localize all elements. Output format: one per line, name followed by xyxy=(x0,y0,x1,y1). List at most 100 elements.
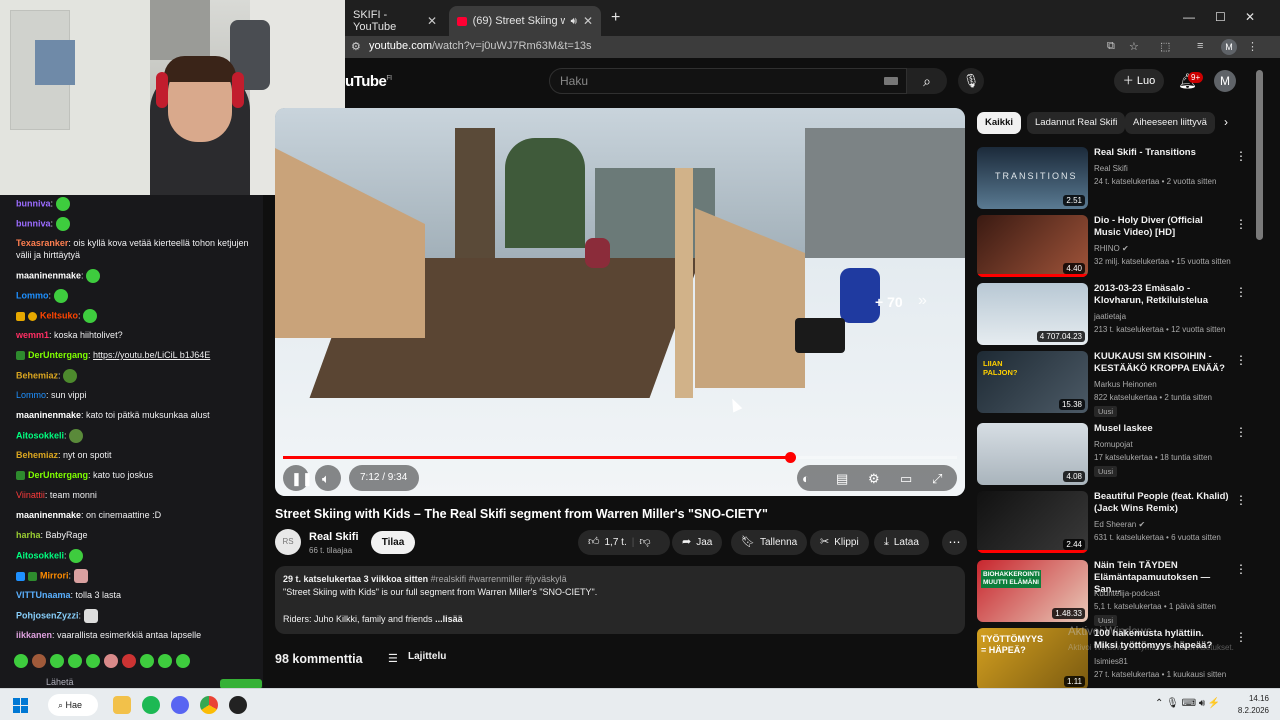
emote-icon[interactable] xyxy=(68,654,82,668)
more-options-icon[interactable]: ⋮ xyxy=(1235,493,1247,507)
save-button[interactable]: 🔖︎ Tallenna xyxy=(731,530,808,555)
new-tab-button[interactable]: + xyxy=(611,9,620,27)
recommendation-title[interactable]: Real Skifi - Transitions xyxy=(1094,147,1229,159)
channel-name[interactable]: Real Skifi xyxy=(309,531,359,543)
video-thumbnail[interactable]: BIOHAKKEROINTI MUUTTI ELÄMÄNI 1.48.33 xyxy=(977,560,1088,622)
emote-icon[interactable] xyxy=(176,654,190,668)
like-icon[interactable]: 👍︎ xyxy=(588,530,600,555)
fullscreen-icon[interactable]: ⤢ xyxy=(932,471,942,487)
video-thumbnail[interactable]: 4.08 xyxy=(977,423,1088,485)
description-box[interactable]: 29 t. katselukertaa 3 viikkoa sitten #re… xyxy=(275,566,965,634)
recommendation-item[interactable]: 2.44 Beautiful People (feat. Khalid) (Ja… xyxy=(977,491,1252,555)
bookmark-star-icon[interactable]: ☆ xyxy=(1129,40,1139,53)
close-tab-icon[interactable]: ✕ xyxy=(583,14,593,28)
close-window-icon[interactable]: ✕ xyxy=(1245,10,1255,24)
close-tab-icon[interactable]: ✕ xyxy=(427,14,437,28)
more-options-icon[interactable]: ⋮ xyxy=(1235,285,1247,299)
recommendation-channel[interactable]: RHINO ✔ xyxy=(1094,244,1129,253)
subscribe-button[interactable]: Tilaa xyxy=(371,531,415,554)
more-options-icon[interactable]: ⋮ xyxy=(1235,630,1247,644)
chip-related[interactable]: Aiheeseen liittyvä xyxy=(1125,112,1215,134)
chat-send-button[interactable] xyxy=(220,679,262,688)
show-more-link[interactable]: ...lisää xyxy=(435,614,463,624)
sort-icon[interactable]: ☰ xyxy=(388,652,398,665)
hashtags[interactable]: #realskifi #warrenmiller #jyväskylä xyxy=(431,574,567,584)
create-button[interactable]: ＋ Luo xyxy=(1114,69,1164,93)
emote-icon[interactable] xyxy=(140,654,154,668)
spotify-icon[interactable] xyxy=(142,696,160,714)
browser-profile-avatar[interactable]: M xyxy=(1221,39,1237,55)
clip-button[interactable]: ✂ Klippi xyxy=(810,530,869,555)
recommendation-title[interactable]: KUUKAUSI SM KISOIHIN - KESTÄÄKÖ KROPPA E… xyxy=(1094,351,1229,375)
emote-icon[interactable] xyxy=(50,654,64,668)
recommendation-title[interactable]: Dio - Holy Diver (Official Music Video) … xyxy=(1094,215,1229,239)
chip-all[interactable]: Kaikki xyxy=(977,112,1021,134)
taskbar-search[interactable]: ⌕ Hae xyxy=(48,694,98,716)
browser-menu-icon[interactable]: ⋮ xyxy=(1247,40,1258,53)
site-settings-icon[interactable]: ⚙ xyxy=(351,40,361,53)
recommendation-item[interactable]: 4 707.04.23 2013-03-23 Emäsalo - Klovhar… xyxy=(977,283,1252,347)
keyboard-icon[interactable] xyxy=(884,77,898,85)
recommendation-channel[interactable]: Ed Sheeran ✔ xyxy=(1094,520,1145,529)
recommendation-channel[interactable]: Kuuntelija-podcast xyxy=(1094,589,1160,598)
progress-bar[interactable] xyxy=(283,452,957,463)
chevron-right-icon[interactable]: › xyxy=(1224,115,1228,129)
recommendation-channel[interactable]: Markus Heinonen xyxy=(1094,380,1157,389)
system-tray[interactable]: ⌃ 🎙︎ ⌨ 🔊︎ ⚡ xyxy=(1155,698,1220,709)
emote-icon[interactable] xyxy=(104,654,118,668)
chat-link[interactable]: https://youtu.be/LiCiL b1J64E xyxy=(93,350,210,360)
search-button[interactable]: ⌕ xyxy=(907,68,947,94)
obs-icon[interactable] xyxy=(229,696,247,714)
video-thumbnail[interactable]: LIIAN PALJON? 15.38 xyxy=(977,351,1088,413)
emote-icon[interactable] xyxy=(158,654,172,668)
recommendation-item[interactable]: 4.40 Dio - Holy Diver (Official Music Vi… xyxy=(977,215,1252,279)
recommendation-title[interactable]: Musel laskee xyxy=(1094,423,1229,435)
taskbar-time[interactable]: 14.16 xyxy=(1239,694,1269,703)
like-count[interactable]: 1,7 t. xyxy=(605,530,627,555)
video-player[interactable]: + 70 » ❚❚ 🔈︎ 7:12 / 9:34 ◐ ▤ ⚙ ▭ ⤢ xyxy=(275,108,965,496)
progress-scrubber[interactable] xyxy=(784,452,796,463)
install-icon[interactable]: ⧉ xyxy=(1107,40,1115,53)
more-options-icon[interactable]: ⋮ xyxy=(1235,217,1247,231)
settings-gear-icon[interactable]: ⚙ xyxy=(868,471,880,487)
recommendation-channel[interactable]: Romupojat xyxy=(1094,440,1133,449)
browser-tab[interactable]: SKIFI - YouTube ✕ xyxy=(345,6,445,36)
autoplay-toggle-icon[interactable]: ◐ xyxy=(802,471,810,486)
chat-send-label[interactable]: Lähetä xyxy=(46,677,74,687)
youtube-logo[interactable]: uTubeFI xyxy=(345,73,392,90)
account-avatar[interactable]: M xyxy=(1214,70,1236,92)
recommendation-title[interactable]: Beautiful People (feat. Khalid) (Jack Wi… xyxy=(1094,491,1229,515)
recommendation-title[interactable]: 2013-03-23 Emäsalo - Klovharun, Retkilui… xyxy=(1094,283,1229,307)
url-field[interactable]: youtube.com/watch?v=j0uWJ7Rm63M&t=13s xyxy=(369,40,592,52)
recommendation-item[interactable]: 4.08 Musel laskee Romupojat 17 katseluke… xyxy=(977,423,1252,487)
emote-icon[interactable] xyxy=(14,654,28,668)
video-thumbnail[interactable]: 4 707.04.23 xyxy=(977,283,1088,345)
video-thumbnail[interactable]: 2.44 xyxy=(977,491,1088,553)
more-options-icon[interactable]: ⋮ xyxy=(1235,562,1247,576)
windows-start-icon[interactable] xyxy=(13,698,29,714)
minimize-icon[interactable]: — xyxy=(1183,10,1195,24)
recommendation-channel[interactable]: Isimies81 xyxy=(1094,657,1128,666)
search-input[interactable]: Haku xyxy=(549,68,907,94)
recommendation-item[interactable]: LIIAN PALJON? 15.38 KUUKAUSI SM KISOIHIN… xyxy=(977,351,1252,417)
recommendation-item[interactable]: TRANSITIONS 2.51 Real Skifi - Transition… xyxy=(977,147,1252,211)
media-controls-icon[interactable]: ≡ xyxy=(1197,40,1203,52)
emote-icon[interactable] xyxy=(32,654,46,668)
voice-search-button[interactable]: 🎙︎ xyxy=(958,68,984,94)
share-button[interactable]: ➦ Jaa xyxy=(672,530,723,555)
taskbar-date[interactable]: 8.2.2026 xyxy=(1229,706,1269,715)
recommendation-channel[interactable]: Real Skifi xyxy=(1094,164,1128,173)
more-options-icon[interactable]: ⋮ xyxy=(1235,425,1247,439)
maximize-icon[interactable]: ☐ xyxy=(1215,10,1226,24)
sort-button[interactable]: Lajittelu xyxy=(408,651,446,662)
miniplayer-icon[interactable]: ▭ xyxy=(900,471,912,487)
file-explorer-icon[interactable] xyxy=(113,696,131,714)
video-thumbnail[interactable]: 4.40 xyxy=(977,215,1088,277)
browser-tab-active[interactable]: (69) Street Skiing with Kids 🔊︎ ✕ xyxy=(449,6,601,36)
emote-icon[interactable] xyxy=(86,654,100,668)
discord-icon[interactable] xyxy=(171,696,189,714)
download-button[interactable]: ⤓ Lataa xyxy=(874,530,929,555)
extensions-icon[interactable]: ⬚ xyxy=(1160,40,1170,53)
channel-avatar[interactable]: RS xyxy=(275,529,301,555)
more-options-icon[interactable]: ⋮ xyxy=(1235,149,1247,163)
